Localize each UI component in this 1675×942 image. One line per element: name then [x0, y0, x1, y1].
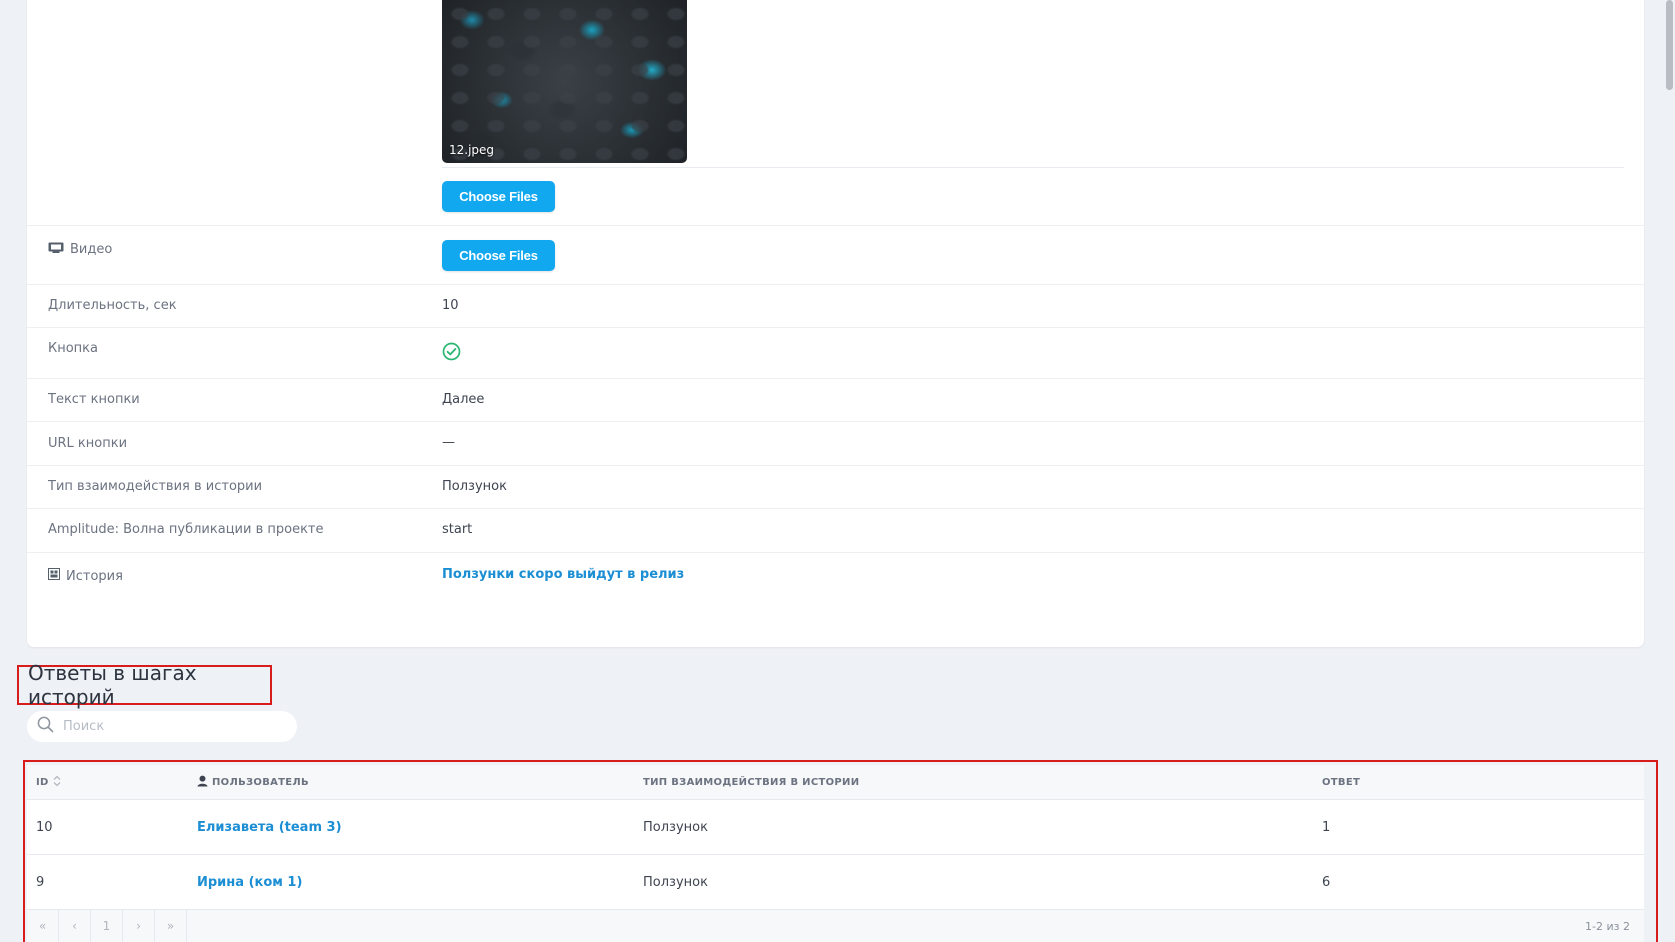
field-label-video: Видео	[48, 241, 112, 257]
story-icon	[48, 568, 60, 584]
field-label-duration: Длительность, сек	[48, 298, 177, 313]
search-icon	[37, 716, 54, 737]
field-label-amplitude-wave: Amplitude: Волна публикации в проекте	[48, 522, 324, 537]
video-choose-files-button[interactable]: Choose Files	[442, 240, 555, 271]
field-value-button-text: Далее	[442, 392, 485, 407]
field-row-button-url: URL кнопки —	[27, 421, 1644, 465]
story-link[interactable]: Ползунки скоро выйдут в релиз	[442, 567, 684, 582]
answers-section-title: Ответы в шагах историй	[17, 661, 272, 709]
field-row-duration: Длительность, сек 10	[27, 284, 1644, 327]
field-value-amplitude-wave: start	[442, 522, 473, 537]
field-value-duration: 10	[442, 298, 459, 313]
field-row-video: Видео Choose Files	[27, 225, 1644, 284]
field-value-button-url: —	[442, 435, 455, 450]
answers-table-highlight	[23, 760, 1658, 942]
field-label-interaction-type: Тип взаимодействия в истории	[48, 479, 263, 494]
field-label-button-url: URL кнопки	[48, 436, 128, 451]
field-label-story: История	[48, 568, 123, 584]
field-row-story: История Ползунки скоро выйдут в релиз	[27, 552, 1644, 647]
field-row-interaction-type: Тип взаимодействия в истории Ползунок	[27, 465, 1644, 508]
answers-search-box[interactable]	[27, 711, 297, 742]
image-divider	[442, 167, 1624, 168]
search-input[interactable]	[63, 719, 273, 734]
field-row-button-text: Текст кнопки Далее	[27, 378, 1644, 421]
story-step-detail-card: 12.jpeg Choose Files Видео Choose Files …	[27, 0, 1644, 647]
page-scrollbar[interactable]	[1665, 0, 1675, 942]
field-label-button-text: Текст кнопки	[48, 392, 140, 407]
video-icon	[48, 241, 64, 257]
field-row-amplitude-wave: Amplitude: Волна публикации в проекте st…	[27, 508, 1644, 552]
field-row-button: Кнопка	[27, 327, 1644, 378]
field-label-button: Кнопка	[48, 341, 99, 356]
field-value-interaction-type: Ползунок	[442, 479, 507, 494]
image-thumbnail[interactable]: 12.jpeg	[442, 0, 687, 163]
scrollbar-thumb[interactable]	[1666, 0, 1673, 90]
image-choose-files-button[interactable]: Choose Files	[442, 181, 555, 212]
check-circle-icon	[442, 342, 461, 365]
image-file-name: 12.jpeg	[449, 143, 495, 157]
